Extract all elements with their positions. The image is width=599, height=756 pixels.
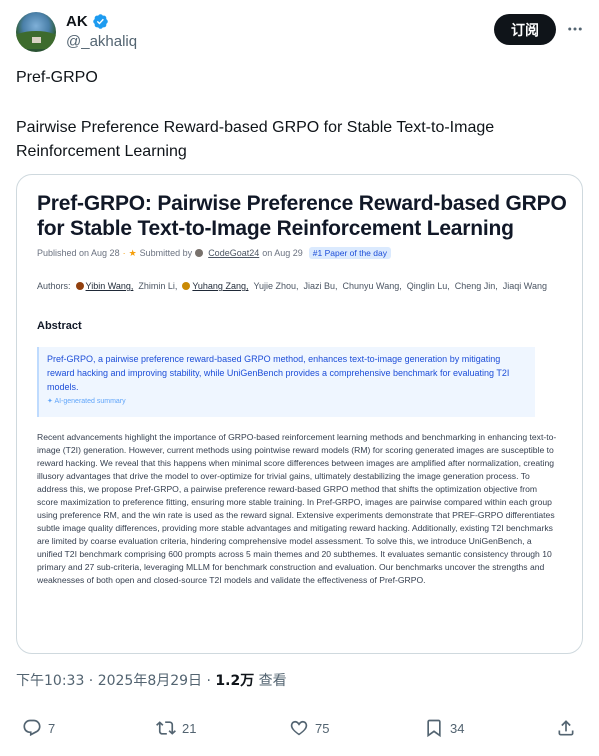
handle[interactable]: @_akhaliq	[66, 33, 137, 50]
author-item[interactable]: Qinglin Lu,	[407, 281, 450, 291]
author-item[interactable]: Zhimin Li,	[138, 281, 177, 291]
view-label: 查看	[254, 673, 287, 689]
display-name[interactable]: AK	[66, 13, 88, 30]
published-date: Published on Aug 28	[37, 248, 120, 258]
author-item[interactable]: Yibin Wang,	[75, 281, 133, 291]
authors-row: Authors: Yibin Wang, Zhimin Li, Yuhang Z…	[37, 281, 547, 291]
repost-count: 21	[182, 720, 197, 736]
author-avatar-icon	[75, 282, 84, 290]
name-row: AK	[66, 13, 109, 30]
bookmark-button[interactable]: 34	[424, 718, 464, 738]
ai-summary-label: ✦ AI-generated summary	[47, 398, 126, 405]
author-item[interactable]: Yujie Zhou,	[253, 281, 298, 291]
submitter-avatar-icon	[195, 249, 204, 257]
abstract-heading: Abstract	[37, 320, 82, 332]
share-icon	[558, 720, 574, 736]
avatar-house	[32, 37, 41, 43]
author-item[interactable]: Yuhang Zang,	[182, 281, 248, 291]
paper-meta: Published on Aug 28 · ★ Submitted by Cod…	[37, 247, 391, 259]
ai-summary-box: Pref-GRPO, a pairwise preference reward-…	[37, 347, 535, 417]
tweet-timestamp: 下午10:33 · 2025年8月29日 · 1.2万 查看	[16, 670, 287, 690]
repost-icon	[156, 721, 176, 735]
tweet-header: AK @_akhaliq 订阅	[16, 12, 583, 56]
star-icon: ★	[128, 247, 137, 258]
timestamp-time[interactable]: 下午10:33 · 2025年8月29日 ·	[16, 673, 215, 689]
like-button[interactable]: 75	[289, 718, 329, 738]
reply-icon	[23, 719, 41, 737]
share-button[interactable]	[556, 718, 576, 738]
abstract-text: Recent advancements highlight the import…	[37, 432, 557, 585]
author-item[interactable]: Chunyu Wang,	[343, 281, 402, 291]
paper-card[interactable]: Pref-GRPO: Pairwise Preference Reward-ba…	[16, 174, 583, 654]
submitted-date: on Aug 29	[262, 248, 303, 258]
authors-label: Authors:	[37, 281, 71, 291]
submitted-by-label: Submitted by	[139, 248, 193, 258]
avatar[interactable]	[16, 12, 56, 52]
paper-of-day-badge: #1 Paper of the day	[308, 247, 391, 259]
bookmark-count: 34	[450, 720, 465, 736]
tweet-title: Pref-GRPO	[16, 69, 98, 86]
paper-title: Pref-GRPO: Pairwise Preference Reward-ba…	[37, 192, 567, 240]
ai-summary-text: Pref-GRPO, a pairwise preference reward-…	[47, 354, 510, 392]
reply-count: 7	[48, 720, 56, 736]
verified-badge-icon	[92, 14, 108, 29]
repost-button[interactable]: 21	[156, 718, 196, 738]
meta-separator-star: ·	[122, 248, 126, 258]
more-options-icon[interactable]	[564, 18, 586, 40]
view-count: 1.2万	[215, 673, 255, 689]
author-item[interactable]: Jiaqi Wang	[503, 281, 547, 291]
reply-button[interactable]: 7	[22, 718, 55, 738]
follow-button[interactable]: 订阅	[494, 14, 556, 45]
author-item[interactable]: Jiazi Bu,	[304, 281, 338, 291]
action-bar: 7 21 75 34	[16, 718, 583, 746]
tweet-body: Pairwise Preference Reward-based GRPO fo…	[16, 119, 495, 160]
author-item[interactable]: Cheng Jin,	[455, 281, 498, 291]
bookmark-icon	[427, 719, 441, 738]
heart-icon	[290, 720, 308, 736]
like-count: 75	[315, 720, 330, 736]
author-avatar-icon	[182, 282, 191, 290]
submitter-link[interactable]: CodeGoat24	[208, 248, 259, 258]
